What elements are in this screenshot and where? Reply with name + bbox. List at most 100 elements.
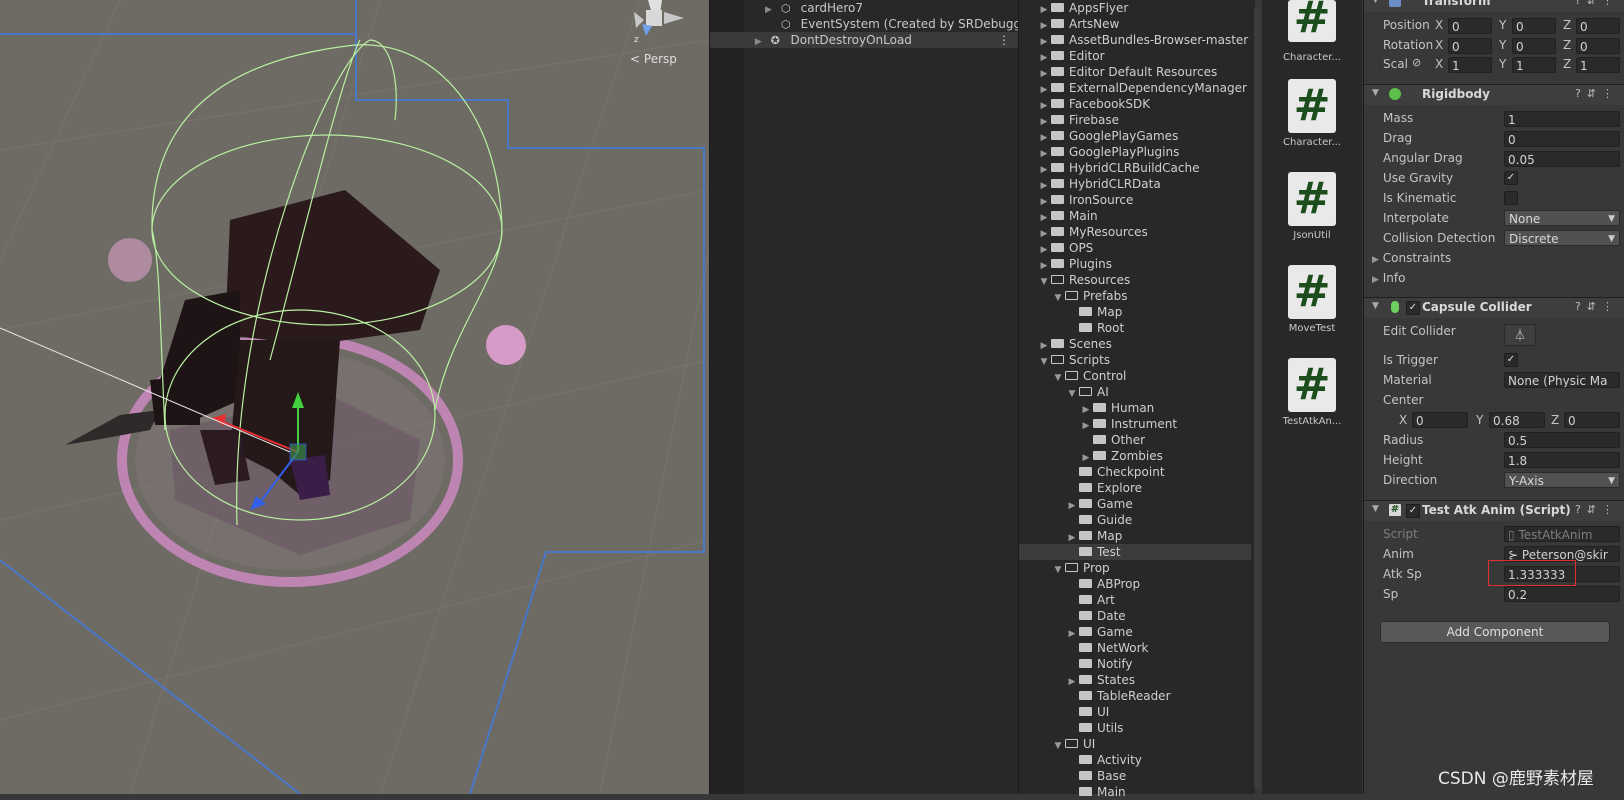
folder-row[interactable]: ▶ Plugins [1019,256,1112,272]
folder-row[interactable]: Root [1019,320,1124,336]
info-foldout[interactable]: ▶ Info [1372,271,1405,285]
folder-row[interactable]: ▶ GooglePlayPlugins [1019,144,1180,160]
folder-row[interactable]: ▶ Editor [1019,48,1105,64]
center-z-field[interactable]: 0 [1564,412,1620,428]
folder-row[interactable]: Art [1019,592,1115,608]
transform-header[interactable]: ▼ Transform ?⇵⋮ [1364,0,1624,12]
collapse-arrow-icon[interactable]: ▼ [1372,301,1379,311]
asset-grid[interactable]: # Character... # Character... # JsonUtil… [1262,0,1362,794]
capsule-collider-header[interactable]: ▼ ✓ Capsule Collider ?⇵⋮ [1364,297,1624,318]
mass-field[interactable]: 1 [1504,111,1620,127]
component-tools-icons[interactable]: ?⇵⋮ [1575,87,1619,100]
projection-label[interactable]: < Persp [630,52,677,66]
folder-row[interactable]: Utils [1019,720,1123,736]
script-component-header[interactable]: ▼ # ✓ Test Atk Anim (Script) ?⇵⋮ [1364,500,1624,521]
scale-x-field[interactable]: 1 [1448,57,1492,73]
use-gravity-checkbox[interactable]: ✓ [1504,171,1518,185]
collapse-arrow-icon[interactable]: ▼ [1372,0,1379,5]
constraints-foldout[interactable]: ▶ Constraints [1372,251,1451,265]
hierarchy-panel[interactable]: ▶ ⬡ cardHero7 ⬡ EventSystem (Created by … [709,0,1039,794]
component-tools-icons[interactable]: ?⇵⋮ [1575,503,1619,516]
folder-row[interactable]: Map [1019,304,1122,320]
folder-row[interactable]: Date [1019,608,1126,624]
folder-row[interactable]: ▶ Scenes [1019,336,1112,352]
folder-row[interactable]: ▶ AppsFlyer [1019,0,1129,16]
scale-y-field[interactable]: 1 [1512,57,1556,73]
folder-row[interactable]: ▼ AI [1019,384,1109,400]
folder-row[interactable]: UI [1019,704,1109,720]
folder-row[interactable]: NetWork [1019,640,1148,656]
collision-detection-dropdown[interactable]: Discrete ▼ [1504,230,1620,246]
folder-row[interactable]: Checkpoint [1019,464,1165,480]
folder-row[interactable]: ▶ FacebookSDK [1019,96,1151,112]
angular-drag-field[interactable]: 0.05 [1504,151,1620,167]
hierarchy-row-dontdestroyonload[interactable]: ▶ ✪ DontDestroyOnLoad ⋮ [710,32,1018,48]
folder-row[interactable]: ▼ Prop [1019,560,1110,576]
folder-row[interactable]: ▶ OPS [1019,240,1094,256]
folder-row[interactable]: ▶ Game [1019,624,1133,640]
direction-dropdown[interactable]: Y-Axis ▼ [1504,472,1620,488]
radius-field[interactable]: 0.5 [1504,432,1620,448]
folder-row[interactable]: ▶ Editor Default Resources [1019,64,1218,80]
folder-row[interactable]: ▶ Firebase [1019,112,1120,128]
orientation-gizmo[interactable]: z [634,0,684,45]
folder-row[interactable]: ▶ MyResources [1019,224,1148,240]
hierarchy-row-eventsystem[interactable]: ⬡ EventSystem (Created by SRDebugger, d [765,16,1039,32]
interpolate-dropdown[interactable]: None ▼ [1504,210,1620,226]
is-trigger-checkbox[interactable]: ✓ [1504,353,1518,367]
center-y-field[interactable]: 0.68 [1489,412,1545,428]
folder-row[interactable]: Main [1019,784,1126,800]
folder-row[interactable]: Guide [1019,512,1132,528]
folder-row[interactable]: ▶ Zombies [1019,448,1163,464]
folder-row[interactable]: TableReader [1019,688,1171,704]
expand-arrow-icon[interactable]: ▶ [755,34,767,48]
drag-field[interactable]: 0 [1504,131,1620,147]
position-x-field[interactable]: 0 [1448,18,1492,34]
height-field[interactable]: 1.8 [1504,452,1620,468]
more-options-icon[interactable]: ⋮ [998,32,1010,48]
folder-row[interactable]: ▼ Scripts [1019,352,1111,368]
expand-arrow-icon[interactable]: ▶ [765,2,777,16]
folder-row[interactable]: Activity [1019,752,1142,768]
rotation-y-field[interactable]: 0 [1512,38,1556,54]
component-tools-icons[interactable]: ?⇵⋮ [1575,300,1619,313]
folder-row[interactable]: ▶ Main [1019,208,1098,224]
component-enabled-checkbox[interactable]: ✓ [1406,504,1420,518]
edit-collider-button[interactable]: ⏃ [1504,324,1536,346]
link-proportions-icon[interactable]: ⊘ [1412,56,1421,69]
folder-row[interactable]: Test [1019,544,1251,560]
hierarchy-row-cardhero7[interactable]: ▶ ⬡ cardHero7 [765,0,1039,16]
asset-script-testatkanim[interactable]: # TestAtkAn... [1276,358,1348,427]
folder-row[interactable]: ▶ Human [1019,400,1155,416]
folder-row[interactable]: ▼ Control [1019,368,1127,384]
folder-row[interactable]: ▶ GooglePlayGames [1019,128,1179,144]
rotation-z-field[interactable]: 0 [1576,38,1620,54]
folder-row[interactable]: ▼ Prefabs [1019,288,1128,304]
folder-row[interactable]: ▼ Resources [1019,272,1131,288]
folder-row[interactable]: ▶ ExternalDependencyManager [1019,80,1247,96]
folder-row[interactable]: Notify [1019,656,1132,672]
inspector-panel[interactable]: ▼ Transform ?⇵⋮ Position X 0 Y 0 Z 0 Rot… [1363,0,1624,794]
collapse-arrow-icon[interactable]: ▼ [1372,504,1379,514]
folder-row[interactable]: ▶ IronSource [1019,192,1134,208]
folder-row[interactable]: ▶ Game [1019,496,1133,512]
project-folder-tree[interactable]: ▶ AppsFlyer ▶ ArtsNew ▶ AssetBundles-Browser-… [1018,0,1255,799]
is-kinematic-checkbox[interactable] [1504,191,1518,205]
scene-view[interactable]: z < Persp [0,0,709,794]
scale-z-field[interactable]: 1 [1576,57,1620,73]
add-component-button[interactable]: Add Component [1380,621,1610,643]
folder-row[interactable]: ABProp [1019,576,1140,592]
folder-row[interactable]: ▶ HybridCLRBuildCache [1019,160,1200,176]
folder-row[interactable]: Base [1019,768,1126,784]
component-tools-icons[interactable]: ?⇵⋮ [1575,0,1619,7]
asset-script-jsonutil[interactable]: # JsonUtil [1276,172,1348,241]
folder-row[interactable]: ▶ AssetBundles-Browser-master [1019,32,1249,48]
position-y-field[interactable]: 0 [1512,18,1556,34]
material-field[interactable]: None (Physic Ma [1504,372,1620,388]
folder-row[interactable]: ▶ HybridCLRData [1019,176,1161,192]
asset-script-character-1[interactable]: # Character... [1276,0,1348,63]
folder-row[interactable]: Explore [1019,480,1142,496]
folder-row[interactable]: ▼ UI [1019,736,1096,752]
asset-script-character-2[interactable]: # Character... [1276,79,1348,148]
folder-row[interactable]: ▶ ArtsNew [1019,16,1120,32]
